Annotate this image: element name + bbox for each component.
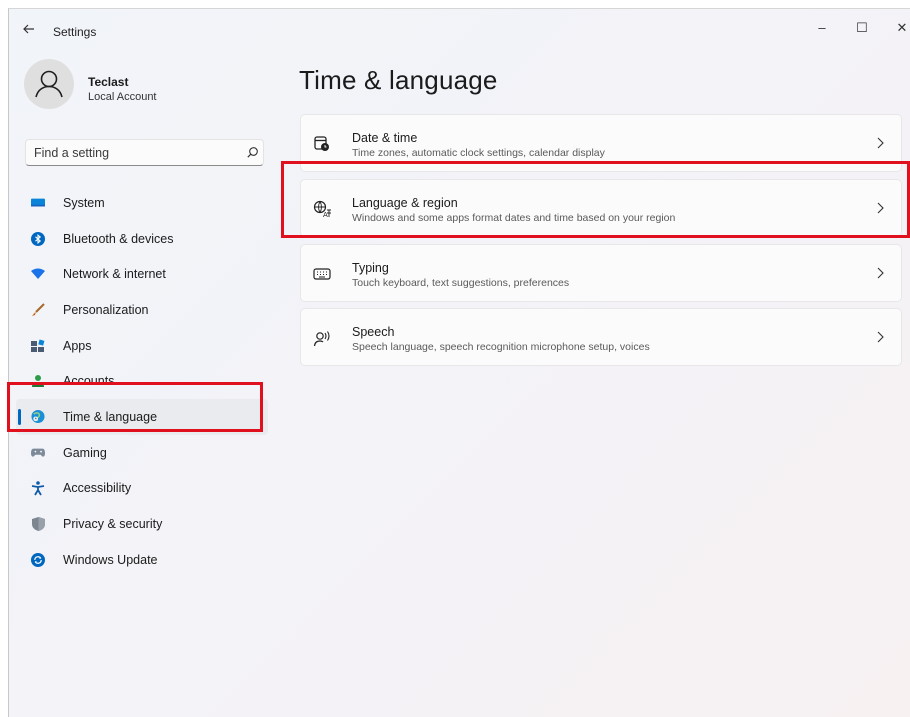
back-arrow-icon bbox=[23, 24, 34, 34]
sidebar-item-bluetooth[interactable]: Bluetooth & devices bbox=[16, 221, 268, 257]
search-icon[interactable] bbox=[246, 146, 259, 159]
accounts-icon bbox=[31, 374, 45, 388]
card-typing[interactable]: Typing Touch keyboard, text suggestions,… bbox=[300, 244, 902, 302]
card-title: Typing bbox=[352, 261, 389, 275]
language-icon: A bbox=[313, 200, 331, 218]
sidebar-item-label: Time & language bbox=[63, 409, 158, 424]
sidebar-item-label: Bluetooth & devices bbox=[63, 231, 174, 246]
card-language-region[interactable]: A Language & region Windows and some app… bbox=[300, 179, 902, 237]
system-icon bbox=[31, 196, 45, 210]
card-description: Time zones, automatic clock settings, ca… bbox=[352, 147, 605, 159]
settings-window: Settings – ☐ ✕ Teclast Local Account Sys… bbox=[8, 8, 910, 717]
page-title: Time & language bbox=[299, 65, 498, 95]
user-icon bbox=[35, 70, 63, 98]
sidebar-item-accessibility[interactable]: Accessibility bbox=[16, 471, 268, 507]
card-title: Speech bbox=[352, 325, 395, 339]
sidebar-item-label: Accounts bbox=[63, 374, 115, 389]
card-description: Touch keyboard, text suggestions, prefer… bbox=[352, 277, 570, 289]
sidebar-item-label: System bbox=[63, 195, 105, 210]
svg-text:A: A bbox=[323, 211, 328, 218]
chevron-right-icon bbox=[877, 331, 884, 343]
gaming-icon bbox=[31, 446, 45, 460]
bluetooth-icon bbox=[31, 231, 45, 246]
time-language-icon bbox=[31, 410, 45, 424]
close-button[interactable]: ✕ bbox=[887, 17, 910, 39]
maximize-button[interactable]: ☐ bbox=[847, 17, 877, 39]
sidebar-item-time-language[interactable]: Time & language bbox=[16, 399, 268, 435]
avatar[interactable] bbox=[24, 59, 74, 109]
card-description: Windows and some apps format dates and t… bbox=[352, 212, 676, 224]
sidebar-item-privacy[interactable]: Privacy & security bbox=[16, 506, 268, 542]
search-input[interactable] bbox=[34, 144, 234, 162]
sidebar-item-gaming[interactable]: Gaming bbox=[16, 435, 268, 471]
sidebar-item-network[interactable]: Network & internet bbox=[16, 256, 268, 292]
chevron-right-icon bbox=[877, 267, 884, 279]
speech-icon bbox=[313, 331, 330, 347]
sidebar-item-label: Gaming bbox=[63, 445, 107, 460]
sidebar-item-personalization[interactable]: Personalization bbox=[16, 292, 268, 328]
sidebar-item-label: Privacy & security bbox=[63, 517, 163, 532]
card-title: Date & time bbox=[352, 131, 418, 145]
card-date-time[interactable]: Date & time Time zones, automatic clock … bbox=[300, 114, 902, 172]
sidebar-item-windows-update[interactable]: Windows Update bbox=[16, 542, 268, 578]
sidebar-item-system[interactable]: System bbox=[16, 185, 268, 221]
chevron-right-icon bbox=[877, 202, 884, 214]
wifi-icon bbox=[31, 267, 45, 281]
sidebar-item-label: Network & internet bbox=[63, 267, 166, 282]
title-bar: Settings – ☐ ✕ bbox=[9, 9, 910, 53]
selection-indicator bbox=[18, 409, 21, 426]
profile-account-type: Local Account bbox=[88, 91, 157, 103]
app-title: Settings bbox=[53, 25, 97, 39]
sidebar-item-label: Windows Update bbox=[63, 552, 158, 567]
sidebar-item-label: Accessibility bbox=[63, 481, 132, 496]
search-box[interactable] bbox=[25, 139, 264, 166]
date-time-icon bbox=[314, 136, 329, 151]
card-title: Language & region bbox=[352, 196, 458, 210]
sidebar-item-label: Apps bbox=[63, 338, 92, 353]
accessibility-icon bbox=[31, 481, 45, 496]
chevron-right-icon bbox=[877, 137, 884, 149]
back-button[interactable] bbox=[19, 21, 39, 41]
sidebar-nav: System Bluetooth & devices Network & int… bbox=[16, 185, 268, 578]
update-icon bbox=[31, 552, 45, 567]
card-description: Speech language, speech recognition micr… bbox=[352, 341, 650, 353]
card-speech[interactable]: Speech Speech language, speech recogniti… bbox=[300, 308, 902, 366]
sidebar-item-apps[interactable]: Apps bbox=[16, 328, 268, 364]
sidebar-item-label: Personalization bbox=[63, 302, 149, 317]
sidebar-item-accounts[interactable]: Accounts bbox=[16, 363, 268, 399]
minimize-button[interactable]: – bbox=[807, 17, 837, 39]
keyboard-icon bbox=[313, 268, 331, 280]
brush-icon bbox=[31, 303, 45, 317]
shield-icon bbox=[31, 517, 45, 532]
apps-icon bbox=[31, 339, 45, 353]
profile-name: Teclast bbox=[88, 75, 129, 89]
